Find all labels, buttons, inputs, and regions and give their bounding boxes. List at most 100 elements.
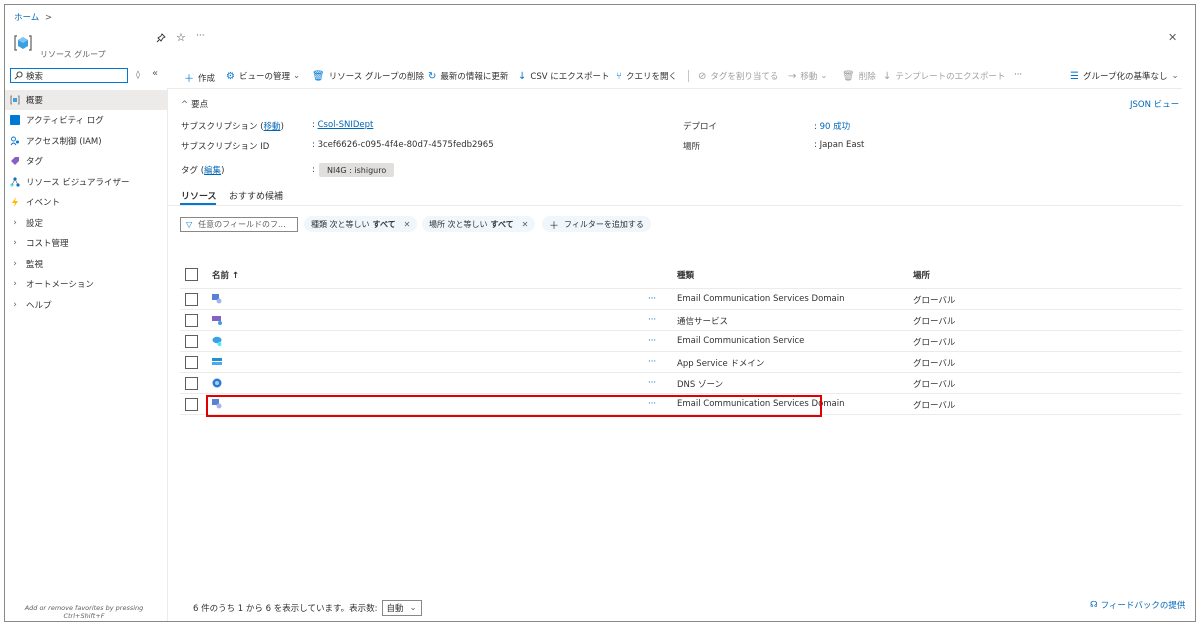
trash-icon: 🗑 <box>842 70 855 82</box>
delete-button[interactable]: 🗑 削除 <box>842 70 876 83</box>
sidebar-item-visualizer[interactable]: リソース ビジュアライザー <box>10 173 130 191</box>
toolbar-divider <box>688 70 689 82</box>
location-label: 場所 <box>683 142 701 152</box>
sidebar-item-iam[interactable]: アクセス制御 (IAM) <box>10 132 102 150</box>
type-filter-pill[interactable]: 種類 次と等しい すべて ✕ <box>304 216 418 232</box>
row-location: グローバル <box>913 359 956 369</box>
more-icon[interactable]: ··· <box>196 31 205 41</box>
activity-log-icon <box>10 115 20 125</box>
tab-recommendations[interactable]: おすすめ候補 <box>229 189 283 202</box>
sidebar-item-label: リソース ビジュアライザー <box>26 178 130 188</box>
export-template-button[interactable]: ↓ テンプレートのエクスポート <box>883 70 1006 83</box>
location-filter-prefix: 場所 次と等しい <box>429 219 488 229</box>
star-icon[interactable]: ☆ <box>176 31 186 44</box>
sidebar-item-automation[interactable]: › オートメーション <box>10 275 94 293</box>
sidebar-item-overview[interactable]: 概要 <box>10 91 43 109</box>
sidebar-item-label: オートメーション <box>26 280 94 290</box>
export-template-label: テンプレートのエクスポート <box>895 72 1006 82</box>
column-header-name[interactable]: 名前 ↑ <box>212 269 239 281</box>
event-icon <box>10 197 20 207</box>
sidebar-item-monitoring[interactable]: › 監視 <box>10 255 43 273</box>
row-more-button[interactable]: ··· <box>648 315 656 325</box>
select-all-checkbox[interactable] <box>185 268 198 281</box>
row-divider <box>180 309 1182 310</box>
add-filter-button[interactable]: ＋ フィルターを追加する <box>542 216 651 232</box>
row-checkbox[interactable] <box>185 335 198 348</box>
sidebar-item-label: 設定 <box>26 219 44 229</box>
row-checkbox[interactable] <box>185 398 198 411</box>
row-type: Email Communication Service <box>677 336 805 346</box>
portal-frame <box>4 4 1196 622</box>
json-view-link[interactable]: JSON ビュー <box>1130 98 1179 110</box>
location-filter-pill[interactable]: 場所 次と等しい すべて ✕ <box>422 216 536 232</box>
subscription-link[interactable]: Csol-SNIDept <box>318 120 374 130</box>
assign-tags-label: タグを割り当てる <box>710 72 779 82</box>
row-more-button[interactable]: ··· <box>648 378 656 388</box>
sidebar-item-activity-log[interactable]: アクティビティ ログ <box>10 111 104 129</box>
sidebar-item-label: アクセス制御 (IAM) <box>26 137 102 147</box>
column-header-location[interactable]: 場所 <box>913 269 930 281</box>
row-checkbox[interactable] <box>185 356 198 369</box>
toolbar-more-label: ··· <box>1014 70 1023 80</box>
move-button[interactable]: → 移動 ⌄ <box>788 70 828 83</box>
row-more-button[interactable]: ··· <box>648 294 656 304</box>
page-size-dropdown[interactable]: 自動 ⌄ <box>381 600 422 616</box>
group-by-label: グループ化の基準なし <box>1082 72 1168 82</box>
subscription-id-value: : 3cef6626-c095-4f4e-80d7-4575fedb2965 <box>312 140 494 150</box>
subscription-value: : Csol-SNIDept <box>312 120 374 130</box>
collapse-sidebar-icon[interactable]: « <box>152 68 158 79</box>
type-filter-value: すべて <box>372 219 396 229</box>
location-text: Japan East <box>819 140 865 150</box>
row-more-button[interactable]: ··· <box>648 357 656 367</box>
expand-toggle-icon[interactable]: ◊ <box>136 70 140 79</box>
row-checkbox[interactable] <box>185 293 198 306</box>
row-more-button[interactable]: ··· <box>648 336 656 346</box>
close-icon[interactable]: ✕ <box>1168 31 1177 44</box>
breadcrumb-home[interactable]: ホーム <box>14 13 39 23</box>
close-icon[interactable]: ✕ <box>522 220 529 229</box>
column-header-type[interactable]: 種類 <box>677 269 694 281</box>
export-csv-button[interactable]: ↓ CSV にエクスポート <box>518 70 609 83</box>
refresh-button[interactable]: ↻ 最新の情報に更新 <box>428 70 509 83</box>
sidebar-item-settings[interactable]: › 設定 <box>10 214 43 232</box>
sidebar-item-help[interactable]: › ヘルプ <box>10 296 52 314</box>
refresh-label: 最新の情報に更新 <box>440 72 509 82</box>
open-query-button[interactable]: ⑂ クエリを開く <box>616 70 678 83</box>
move-subscription-link[interactable]: 移動 <box>264 122 281 132</box>
search-input[interactable]: 検索 <box>26 70 43 82</box>
essentials-toggle[interactable]: ^ 要点 <box>181 98 208 110</box>
sidebar-item-tags[interactable]: タグ <box>10 152 43 170</box>
favorites-hint: Add or remove favorites by pressing Ctrl… <box>14 604 154 620</box>
move-label: 移動 <box>800 72 818 82</box>
filter-input[interactable]: ▽ 任意のフィールドのフ... <box>180 217 298 232</box>
plus-icon: ＋ <box>184 74 194 85</box>
deployments-link[interactable]: 90 成功 <box>820 122 851 132</box>
communication-service-icon <box>212 315 222 325</box>
delete-resource-group-button[interactable]: 🗑 リソース グループの削除 <box>312 70 424 83</box>
manage-view-button[interactable]: ⚙ ビューの管理 ⌄ <box>226 70 300 83</box>
group-by-dropdown[interactable]: ☰ グループ化の基準なし ⌄ <box>1070 70 1179 83</box>
assign-tags-button[interactable]: ⊘ タグを割り当てる <box>698 70 779 83</box>
feedback-link[interactable]: ☊ フィードバックの提供 <box>1090 599 1185 611</box>
sidebar-item-events[interactable]: イベント <box>10 193 60 211</box>
edit-tags-link[interactable]: 編集 <box>204 166 221 176</box>
sidebar-search[interactable]: 検索 <box>10 68 128 83</box>
header-divider <box>180 288 1182 289</box>
row-checkbox[interactable] <box>185 314 198 327</box>
pagination-summary: 6 件のうち 1 から 6 を表示しています。表示数: 自動 ⌄ <box>193 600 422 616</box>
pin-icon[interactable] <box>156 33 166 46</box>
sidebar-item-cost-management[interactable]: › コスト管理 <box>10 234 69 252</box>
create-button[interactable]: ＋ 作成 <box>184 70 215 86</box>
chevron-right-icon: › <box>13 300 17 310</box>
sidebar-item-label: ヘルプ <box>26 301 52 311</box>
tag-icon <box>10 156 20 166</box>
overview-icon <box>10 95 20 105</box>
toolbar-more-button[interactable]: ··· <box>1014 70 1022 80</box>
row-location: グローバル <box>913 317 956 327</box>
sidebar-item-label: コスト管理 <box>26 239 69 249</box>
row-checkbox[interactable] <box>185 377 198 390</box>
subscription-id-label: サブスクリプション ID <box>181 142 270 152</box>
close-icon[interactable]: ✕ <box>404 220 411 229</box>
open-query-label: クエリを開く <box>626 72 678 82</box>
tab-resources[interactable]: リソース <box>181 189 217 202</box>
